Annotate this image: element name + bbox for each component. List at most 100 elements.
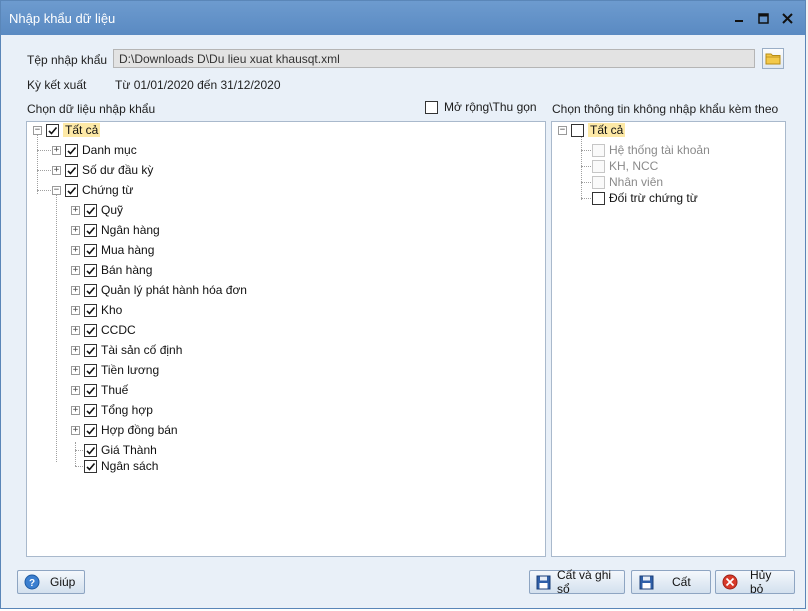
browse-button[interactable] xyxy=(762,48,784,69)
tree-item-label: Tất cả xyxy=(63,123,101,137)
tree-item-label: Ngân sách xyxy=(101,459,159,473)
tree-item-chung-tu[interactable]: − Chứng từ xyxy=(52,182,133,198)
file-path-value: D:\Downloads D\Du lieu xuat khausqt.xml xyxy=(119,51,340,66)
cancel-button[interactable]: Hủy bỏ xyxy=(715,568,795,596)
expand-toggle[interactable]: + xyxy=(71,285,80,295)
checkbox-checked[interactable] xyxy=(84,363,97,377)
checkbox-checked[interactable] xyxy=(84,443,97,457)
floppy-disk-icon xyxy=(536,574,551,590)
save-and-record-button[interactable]: Cất và ghi sổ xyxy=(529,568,625,596)
tree-item-label: Mua hàng xyxy=(101,243,155,257)
checkbox-checked[interactable] xyxy=(84,423,97,437)
tree-item-kho[interactable]: + Kho xyxy=(71,302,122,318)
tree-item-root[interactable]: − Tất cả xyxy=(33,122,101,138)
folder-icon xyxy=(765,53,781,65)
exclude-info-tree: − Tất cả Hệ thống tài khoản KH, NCC Nhân… xyxy=(551,121,786,557)
expand-collapse-toggle[interactable]: Mở rộng\Thu gọn xyxy=(425,100,537,114)
tree-item-ccdc[interactable]: + CCDC xyxy=(71,322,136,338)
checkbox-unchecked[interactable] xyxy=(592,191,605,205)
save-label: Cất xyxy=(672,575,691,589)
import-data-tree: − Tất cả + Danh mục + Số dư đầu kỳ − Chứ… xyxy=(26,121,546,557)
tree-item-label: Đối trừ chứng từ xyxy=(609,191,698,205)
tree-item-label: Hệ thống tài khoản xyxy=(609,143,710,157)
maximize-button[interactable] xyxy=(753,8,773,28)
checkbox-checked[interactable] xyxy=(84,343,97,357)
save-and-record-label: Cất và ghi sổ xyxy=(557,568,612,596)
checkbox-checked[interactable] xyxy=(84,263,97,277)
tree-item-label: Tài sản cố định xyxy=(101,343,183,357)
checkbox-checked[interactable] xyxy=(84,283,97,297)
tree-item-ban-hang[interactable]: + Bán hàng xyxy=(71,262,152,278)
expand-toggle[interactable]: + xyxy=(71,365,80,375)
tree-item-label: Thuế xyxy=(101,383,129,397)
tree-item-quy[interactable]: + Quỹ xyxy=(71,202,123,218)
help-button[interactable]: ? Giúp xyxy=(17,570,85,594)
checkbox-checked[interactable] xyxy=(84,203,97,217)
maximize-icon xyxy=(757,12,769,24)
tree-item-label: Tổng hợp xyxy=(101,403,153,417)
tree-item-label: Ngân hàng xyxy=(101,223,160,237)
title-bar: Nhập khẩu dữ liệu xyxy=(1,1,805,35)
checkbox-checked[interactable] xyxy=(46,123,59,137)
tree-item-tien-luong[interactable]: + Tiền lương xyxy=(71,362,159,378)
tree-item-label: Bán hàng xyxy=(101,263,153,277)
file-path-field[interactable]: D:\Downloads D\Du lieu xuat khausqt.xml xyxy=(113,49,755,68)
expand-toggle[interactable]: + xyxy=(71,245,80,255)
collapse-toggle[interactable]: − xyxy=(558,125,567,135)
expand-toggle[interactable]: + xyxy=(71,405,80,415)
tree-item-label: Quản lý phát hành hóa đơn xyxy=(101,283,247,297)
expand-toggle[interactable]: + xyxy=(71,265,80,275)
expand-toggle[interactable]: + xyxy=(71,425,80,435)
tree-item-hop-dong-ban[interactable]: + Hợp đồng bán xyxy=(71,422,178,438)
minimize-button[interactable] xyxy=(729,8,749,28)
checkbox-disabled xyxy=(592,143,605,157)
tree-item-gia-thanh[interactable]: Giá Thành xyxy=(84,442,157,458)
checkbox-checked[interactable] xyxy=(84,303,97,317)
expand-toggle[interactable]: + xyxy=(71,225,80,235)
tree-item-label: Quỹ xyxy=(101,203,124,217)
close-button[interactable] xyxy=(777,8,797,28)
tree-item-tscd[interactable]: + Tài sản cố định xyxy=(71,342,182,358)
checkbox-checked[interactable] xyxy=(65,143,78,157)
left-panel-heading: Chọn dữ liệu nhập khẩu xyxy=(27,102,156,116)
expand-toggle[interactable]: + xyxy=(71,205,80,215)
collapse-toggle[interactable]: − xyxy=(33,125,42,135)
close-icon xyxy=(781,12,793,24)
tree-item-qlph-hoa-don[interactable]: + Quản lý phát hành hóa đơn xyxy=(71,282,247,298)
tree-item-nhan-vien: Nhân viên xyxy=(592,174,663,190)
expand-toggle[interactable]: + xyxy=(71,325,80,335)
checkbox-checked[interactable] xyxy=(84,223,97,237)
window-title: Nhập khẩu dữ liệu xyxy=(9,10,116,26)
tree-item-so-du[interactable]: + Số dư đầu kỳ xyxy=(52,162,153,178)
checkbox-unchecked[interactable] xyxy=(571,123,584,137)
tree-item-doi-tru[interactable]: Đối trừ chứng từ xyxy=(592,190,698,206)
checkbox-checked[interactable] xyxy=(84,403,97,417)
checkbox-checked[interactable] xyxy=(65,183,78,197)
tree-item-ngan-sach[interactable]: Ngân sách xyxy=(84,458,158,474)
tree-item-danh-muc[interactable]: + Danh mục xyxy=(52,142,137,158)
tree-item-thue[interactable]: + Thuế xyxy=(71,382,128,398)
checkbox-checked[interactable] xyxy=(84,459,97,473)
tree-item-kh-ncc: KH, NCC xyxy=(592,158,658,174)
tree-item-ngan-hang[interactable]: + Ngân hàng xyxy=(71,222,160,238)
checkbox-checked[interactable] xyxy=(84,383,97,397)
checkbox-checked[interactable] xyxy=(84,243,97,257)
expand-toggle[interactable]: + xyxy=(71,345,80,355)
collapse-toggle[interactable]: − xyxy=(52,185,61,195)
tree-item-root[interactable]: − Tất cả xyxy=(558,122,626,138)
expand-toggle[interactable]: + xyxy=(52,145,61,155)
expand-toggle[interactable]: + xyxy=(71,305,80,315)
checkbox-checked[interactable] xyxy=(65,163,78,177)
cancel-label: Hủy bỏ xyxy=(750,568,772,596)
tree-item-mua-hang[interactable]: + Mua hàng xyxy=(71,242,154,258)
tree-item-tong-hop[interactable]: + Tổng hợp xyxy=(71,402,153,418)
expand-collapse-checkbox[interactable] xyxy=(425,100,438,114)
save-button[interactable]: Cất xyxy=(631,570,711,594)
period-label: Kỳ kết xuất xyxy=(27,78,87,92)
expand-toggle[interactable]: + xyxy=(71,385,80,395)
checkbox-checked[interactable] xyxy=(84,323,97,337)
checkbox-disabled xyxy=(592,159,605,173)
expand-collapse-label: Mở rộng\Thu gọn xyxy=(444,100,537,114)
tree-item-label: KH, NCC xyxy=(609,159,659,173)
expand-toggle[interactable]: + xyxy=(52,165,61,175)
